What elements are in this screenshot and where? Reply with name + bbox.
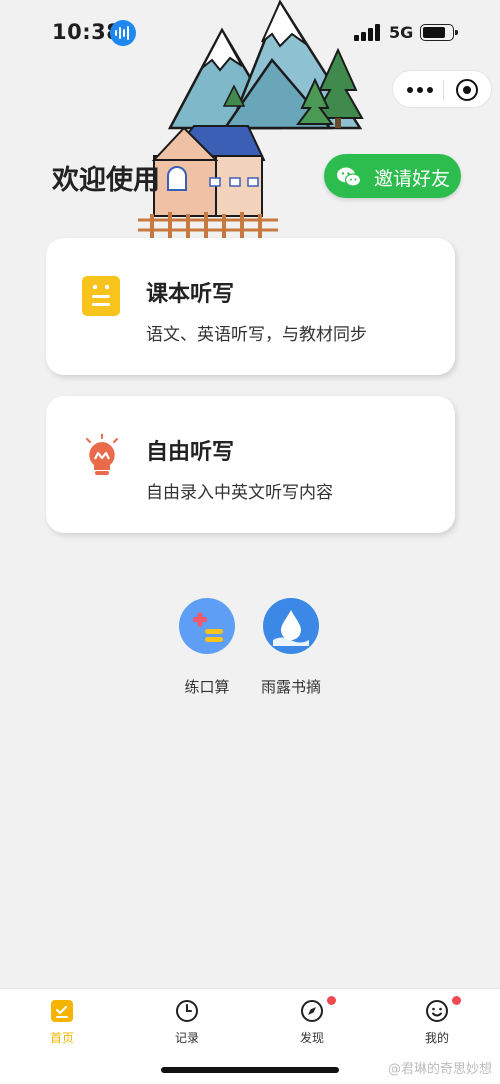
card-description: 自由录入中英文听写内容 [146, 483, 333, 503]
tool-label: 雨露书摘 [260, 678, 321, 696]
watermark: @君琳的奇思妙想 [387, 1062, 492, 1077]
welcome-title: 欢迎使用 [52, 165, 160, 196]
more-icon[interactable] [407, 82, 435, 98]
math-icon [179, 598, 235, 654]
tab-label: 首页 [49, 1031, 74, 1045]
card-title: 自由听写 [146, 440, 235, 465]
invite-friends-button[interactable]: 邀请好友 [324, 154, 461, 198]
textbook-dictation-card[interactable]: 课本听写 语文、英语听写，与教材同步 [46, 238, 455, 375]
card-description: 语文、英语听写，与教材同步 [146, 325, 367, 345]
scenery-illustration [138, 0, 364, 238]
notification-badge [452, 996, 461, 1005]
smile-icon [425, 996, 461, 1023]
compass-icon [300, 996, 336, 1023]
book-icon [82, 276, 120, 320]
wechat-icon [336, 166, 362, 192]
card-title: 课本听写 [146, 282, 235, 307]
tab-home[interactable]: 首页 [32, 999, 92, 1046]
tab-label: 发现 [299, 1031, 324, 1045]
close-icon[interactable] [456, 79, 478, 101]
miniprogram-capsule [392, 70, 492, 108]
math-practice-tool[interactable]: 练口算 [172, 598, 242, 697]
lightbulb-icon [82, 433, 122, 482]
tab-label: 我的 [424, 1031, 449, 1045]
tab-discover[interactable]: 发现 [282, 996, 342, 1046]
tab-label: 记录 [174, 1031, 199, 1045]
notification-badge [327, 996, 336, 1005]
book-excerpt-tool[interactable]: 雨露书摘 [256, 598, 326, 697]
capsule-divider [443, 80, 444, 100]
water-drop-icon [263, 598, 319, 654]
invite-label: 邀请好友 [374, 168, 451, 190]
home-icon [50, 999, 74, 1023]
battery-icon [420, 24, 458, 41]
clock-icon [175, 999, 199, 1023]
network-type: 5G [389, 23, 414, 42]
tab-mine[interactable]: 我的 [407, 996, 467, 1046]
free-dictation-card[interactable]: 自由听写 自由录入中英文听写内容 [46, 396, 455, 533]
tool-label: 练口算 [184, 678, 230, 696]
home-indicator [161, 1067, 339, 1073]
tab-records[interactable]: 记录 [157, 999, 217, 1046]
